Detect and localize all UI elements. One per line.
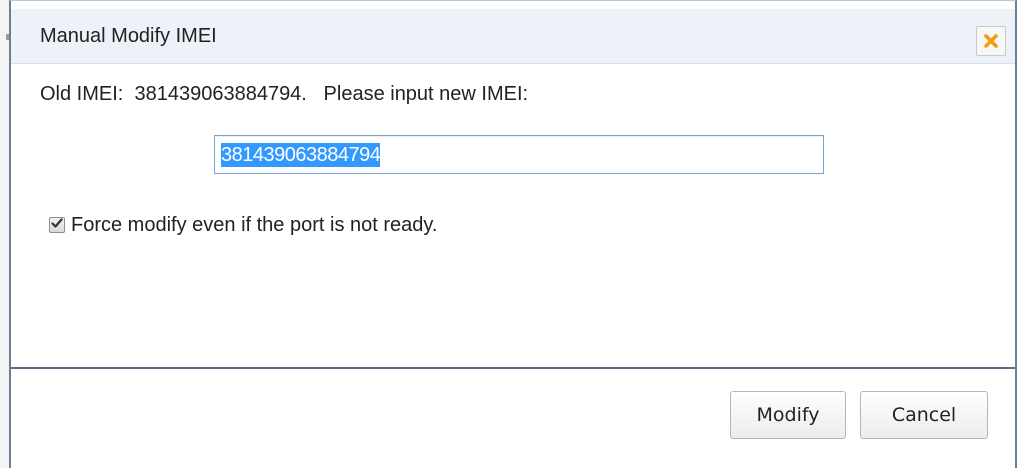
cancel-button[interactable]: Cancel xyxy=(860,391,988,439)
force-modify-option[interactable]: Force modify even if the port is not rea… xyxy=(49,213,437,237)
background-page-edge xyxy=(0,0,9,468)
close-x-icon xyxy=(983,33,999,49)
force-modify-label: Force modify even if the port is not rea… xyxy=(71,213,438,236)
close-button[interactable] xyxy=(976,26,1006,56)
new-imei-input[interactable]: 381439063884794 xyxy=(214,135,824,174)
checkmark-icon xyxy=(51,216,63,234)
screen: Manual Modify IMEI Old IMEI: 38143906388… xyxy=(0,0,1017,468)
dialog-title-bar[interactable]: Manual Modify IMEI xyxy=(11,9,1015,64)
modify-imei-dialog: Manual Modify IMEI Old IMEI: 38143906388… xyxy=(9,0,1017,468)
footer-divider xyxy=(11,367,1015,369)
imei-input-value: 381439063884794 xyxy=(221,142,381,167)
modify-button[interactable]: Modify xyxy=(730,391,846,439)
dialog-title: Manual Modify IMEI xyxy=(40,25,217,47)
force-modify-checkbox[interactable] xyxy=(49,217,65,233)
old-imei-text: Old IMEI: 381439063884794. Please input … xyxy=(40,83,529,105)
